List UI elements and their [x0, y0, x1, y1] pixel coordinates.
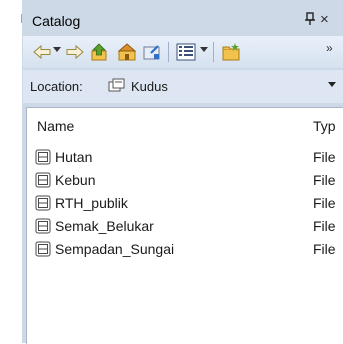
view-grid-icon[interactable] — [176, 42, 196, 62]
location-value[interactable]: Kudus — [131, 79, 168, 94]
location-bar: Location: Kudus — [23, 70, 343, 103]
item-type: File — [313, 195, 336, 211]
list-item[interactable]: Sempadan_Sungai File — [35, 240, 343, 260]
shapefile-icon — [35, 195, 51, 211]
forward-arrow-icon[interactable] — [65, 42, 85, 62]
view-dropdown-icon[interactable] — [200, 47, 208, 67]
catalog-toolbar: » — [23, 36, 343, 68]
back-dropdown-icon[interactable] — [53, 47, 61, 67]
folder-connection-icon — [108, 78, 125, 95]
item-type: File — [313, 241, 336, 257]
item-name: RTH_publik — [55, 195, 128, 211]
location-label: Location: — [30, 79, 83, 94]
shapefile-icon — [35, 241, 51, 257]
location-dropdown-icon[interactable] — [328, 82, 336, 87]
toolbar-overflow-chevron-icon[interactable]: » — [326, 41, 333, 55]
close-icon[interactable]: × — [320, 11, 329, 28]
shapefile-icon — [35, 149, 51, 165]
outer-window-edge — [0, 0, 22, 343]
item-type: File — [313, 149, 336, 165]
item-name: Sempadan_Sungai — [55, 241, 175, 257]
list-item[interactable]: Kebun File — [35, 171, 343, 191]
up-one-level-icon[interactable] — [90, 42, 110, 62]
list-item[interactable]: Semak_Belukar File — [35, 217, 343, 237]
toolbar-separator — [168, 42, 169, 62]
column-header-name[interactable]: Name — [37, 118, 74, 134]
item-name: Hutan — [55, 149, 93, 165]
column-header-type[interactable]: Typ — [313, 118, 336, 134]
toolbar-separator — [213, 42, 214, 62]
panel-title: Catalog — [32, 13, 81, 29]
list-item[interactable]: Hutan File — [35, 148, 343, 168]
list-item[interactable]: RTH_publik File — [35, 194, 343, 214]
catalog-title-bar[interactable]: Catalog × — [23, 9, 343, 35]
item-name: Semak_Belukar — [55, 218, 154, 234]
item-name: Kebun — [55, 172, 96, 188]
item-type: File — [313, 172, 336, 188]
home-folder-icon[interactable] — [116, 42, 138, 62]
catalog-contents-list: Name Typ Hutan File Kebun File RTH_publi… — [26, 107, 343, 344]
back-arrow-icon[interactable] — [32, 42, 52, 62]
shapefile-icon — [35, 172, 51, 188]
item-type: File — [313, 218, 336, 234]
pin-icon[interactable] — [304, 12, 316, 29]
new-folder-icon[interactable] — [221, 42, 243, 62]
shapefile-icon — [35, 218, 51, 234]
connect-folder-icon[interactable] — [142, 42, 162, 62]
